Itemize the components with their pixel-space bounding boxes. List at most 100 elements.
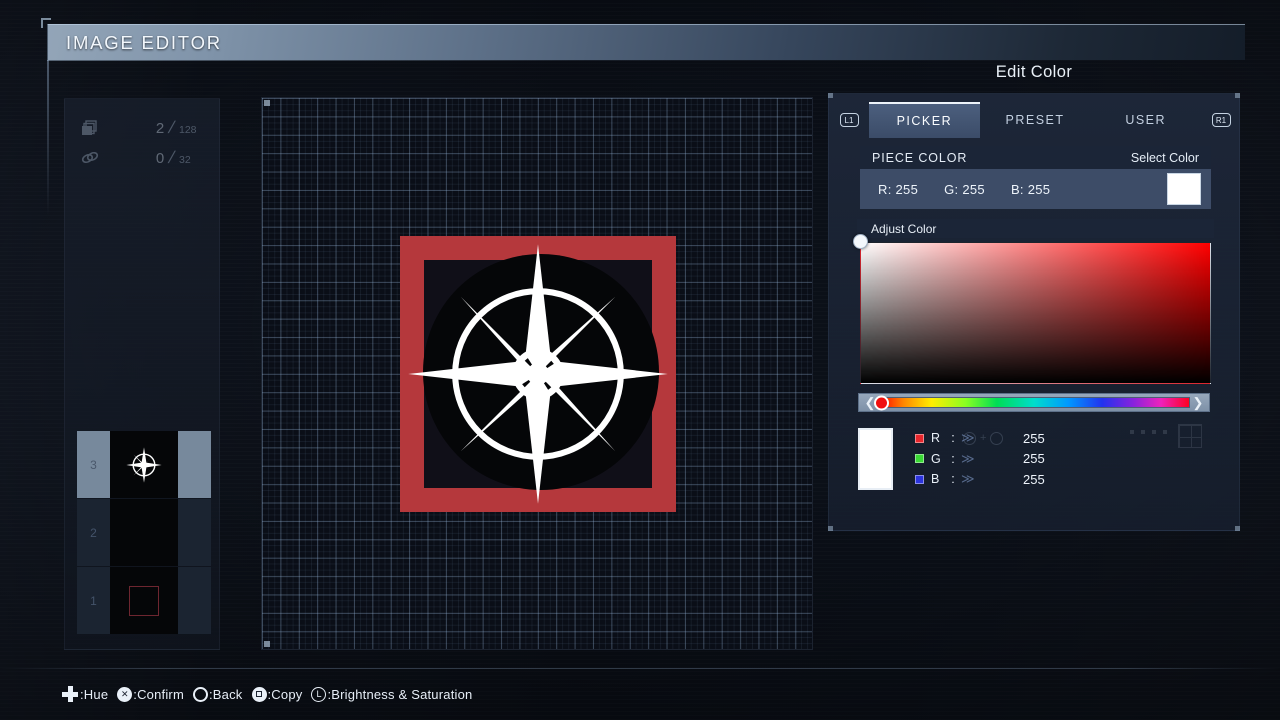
layer-number-box: 3 <box>77 431 110 498</box>
links-counter: 0 / 32 <box>105 148 201 168</box>
layers-counter-current: 2 <box>155 120 165 137</box>
ghost-dot <box>1152 430 1156 434</box>
select-color-button[interactable]: Select Color <box>1131 151 1199 165</box>
button-legend: :Hue ✕ :Confirm :Back :Copy L :Brightnes… <box>62 683 481 705</box>
layer-list: 3 2 1 <box>77 431 211 635</box>
cross-button-icon: ✕ <box>117 686 133 702</box>
layers-stack-icon <box>81 119 105 137</box>
layer-side-box <box>178 567 211 634</box>
ghost-button-combo-hint: + <box>963 428 1033 448</box>
legend-label-brightness: :Brightness & Saturation <box>327 686 473 702</box>
hue-slider-knob[interactable] <box>874 395 889 410</box>
ghost-grid-icon <box>1178 424 1202 448</box>
rgb-colon-r: : <box>951 431 955 446</box>
layer-number: 2 <box>90 525 97 540</box>
layer-row-3[interactable]: 3 <box>77 431 211 498</box>
piece-color-r: R: 255 <box>878 181 919 197</box>
layer-number-box: 1 <box>77 567 110 634</box>
rgb-chip-blue <box>915 474 924 484</box>
rgb-chip-green <box>915 454 924 464</box>
counter-row-links: 0 / 32 <box>65 143 219 173</box>
layer-number-box: 2 <box>77 499 110 566</box>
ghost-dot <box>1141 430 1145 434</box>
layers-counter: 2 / 128 <box>105 118 201 138</box>
piece-color-values: R: 255 G: 255 B: 255 <box>860 169 1211 209</box>
panel-corner-bottom-right <box>1235 526 1240 531</box>
links-counter-current: 0 <box>155 150 165 167</box>
hue-slider[interactable]: ❮ ❯ <box>858 393 1210 412</box>
rgb-label-g: G <box>931 451 941 466</box>
canvas-artwork[interactable] <box>400 236 676 512</box>
ghost-button-icon <box>990 431 1004 445</box>
left-rail-accent <box>47 60 49 215</box>
footer-separator <box>0 668 1280 669</box>
left-sidebar: 2 / 128 0 / 32 3 2 1 <box>64 98 220 650</box>
legend-label-confirm: :Confirm <box>133 686 184 702</box>
saturation-brightness-field[interactable] <box>853 234 1211 384</box>
rgb-arrows-b[interactable]: ≫ <box>961 471 1023 487</box>
layers-counter-separator: / <box>166 118 177 137</box>
piece-color-swatch[interactable] <box>1167 173 1201 205</box>
editor-canvas[interactable] <box>261 97 813 650</box>
piece-color-label: PIECE COLOR <box>872 150 968 165</box>
shoulder-button-l1[interactable]: L1 <box>829 102 869 138</box>
hue-slider-track[interactable] <box>874 395 1190 410</box>
layer-thumbnail-square[interactable] <box>110 567 178 634</box>
rgb-value-g: 255 <box>1023 451 1045 467</box>
legend-item-copy: :Copy <box>251 686 303 702</box>
dpad-icon <box>62 686 78 702</box>
layers-counter-max: 128 <box>179 124 197 136</box>
l-button-icon: L <box>311 686 327 702</box>
red-square-thumb-icon <box>129 585 159 616</box>
legend-label-copy: :Copy <box>267 686 303 702</box>
rgb-arrows-g[interactable]: ≫ <box>961 451 1023 467</box>
piece-color-header: PIECE COLOR Select Color <box>860 146 1211 169</box>
hue-arrow-right[interactable]: ❯ <box>1190 395 1206 411</box>
layer-thumbnail-empty[interactable] <box>110 499 178 566</box>
layer-thumbnail-compass[interactable] <box>110 431 178 498</box>
ghost-plus-sign: + <box>980 432 987 444</box>
legend-item-brightness: L :Brightness & Saturation <box>311 686 473 702</box>
tab-preset[interactable]: PRESET <box>980 102 1091 138</box>
panel-corner-top-left <box>828 93 833 98</box>
panel-corner-top-right <box>1235 93 1240 98</box>
r1-badge-label: R1 <box>1211 113 1231 127</box>
ghost-stick-icon <box>963 431 976 445</box>
tab-user[interactable]: USER <box>1090 102 1201 138</box>
legend-label-back: :Back <box>208 686 243 702</box>
legend-item-back: :Back <box>192 686 243 702</box>
tab-picker[interactable]: PICKER <box>869 102 980 138</box>
panel-corner-bottom-left <box>828 526 833 531</box>
layer-side-box <box>178 499 211 566</box>
layer-number: 1 <box>90 593 97 608</box>
counter-row-layers: 2 / 128 <box>65 113 219 143</box>
chain-link-icon <box>81 149 105 167</box>
layer-row-2[interactable]: 2 <box>77 499 211 566</box>
piece-color-b: B: 255 <box>1010 181 1051 197</box>
layer-row-1[interactable]: 1 <box>77 567 211 634</box>
rgb-row-b[interactable]: B : ≫ 255 <box>915 469 1128 490</box>
rgb-value-b: 255 <box>1023 471 1045 487</box>
rgb-preview-swatch <box>858 428 893 490</box>
counter-list: 2 / 128 0 / 32 <box>65 99 219 173</box>
legend-item-hue: :Hue <box>62 686 108 702</box>
color-field-cursor[interactable] <box>853 234 868 249</box>
title-underline <box>47 60 1245 61</box>
canvas-corner-bottom-left <box>264 641 270 647</box>
links-counter-separator: / <box>166 148 177 167</box>
layer-side-box <box>178 431 211 498</box>
legend-label-hue: :Hue <box>80 686 109 702</box>
circle-button-icon <box>192 686 208 702</box>
rgb-colon-b: : <box>951 472 955 487</box>
shoulder-button-r1[interactable]: R1 <box>1201 102 1241 138</box>
layer-number: 3 <box>90 457 97 472</box>
links-counter-max: 32 <box>179 154 191 166</box>
piece-color-section: PIECE COLOR Select Color R: 255 G: 255 B… <box>860 146 1211 209</box>
page-title: IMAGE EDITOR <box>66 31 222 53</box>
piece-color-g: G: 255 <box>944 181 985 197</box>
title-bar: IMAGE EDITOR <box>47 24 1245 60</box>
rgb-colon-g: : <box>951 451 955 466</box>
ghost-dot <box>1163 430 1167 434</box>
rgb-row-g[interactable]: G : ≫ 255 <box>915 449 1128 470</box>
compass-rose-thumb-icon <box>126 446 162 483</box>
